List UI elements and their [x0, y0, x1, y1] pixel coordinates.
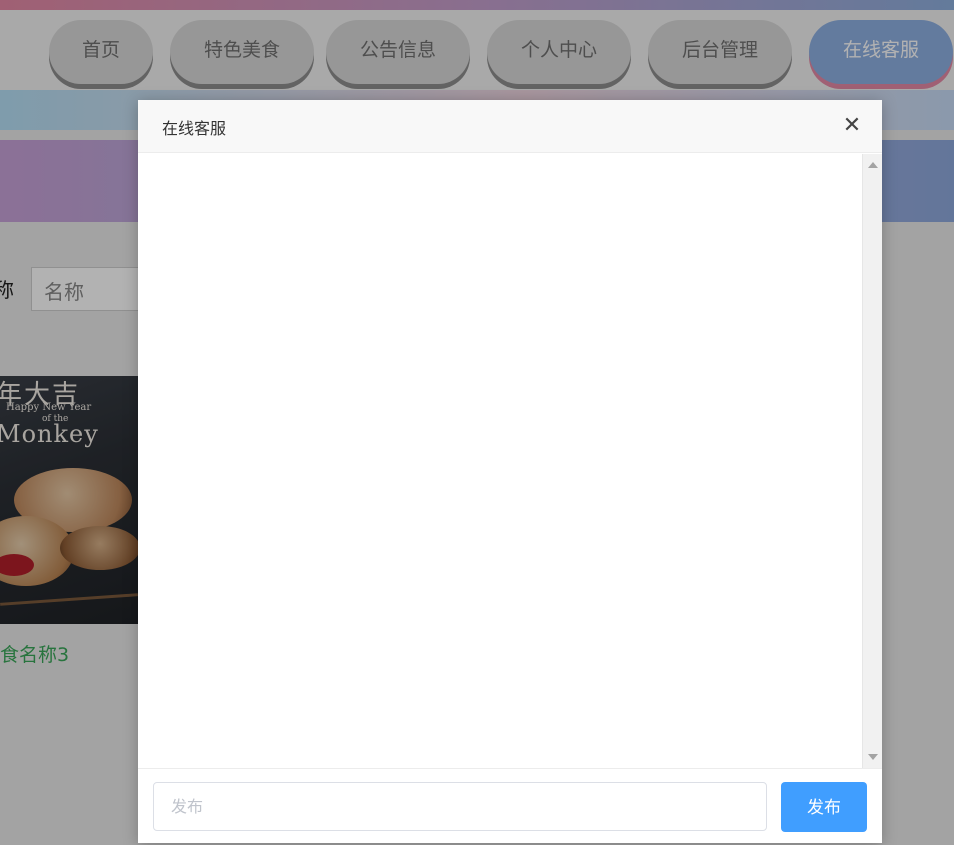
send-button[interactable]: 发布 — [781, 782, 867, 832]
modal-footer: 发布 — [138, 768, 882, 843]
chat-messages-area[interactable] — [138, 154, 862, 768]
message-input[interactable] — [153, 782, 767, 831]
modal-title: 在线客服 — [162, 119, 227, 138]
modal-header: 在线客服 ✕ — [138, 100, 882, 153]
chat-modal: 在线客服 ✕ 发布 — [138, 100, 882, 843]
scroll-down-arrow-icon[interactable] — [868, 754, 878, 760]
scroll-up-arrow-icon[interactable] — [868, 162, 878, 168]
close-icon[interactable]: ✕ — [840, 114, 864, 138]
chat-scrollbar[interactable] — [862, 154, 882, 768]
